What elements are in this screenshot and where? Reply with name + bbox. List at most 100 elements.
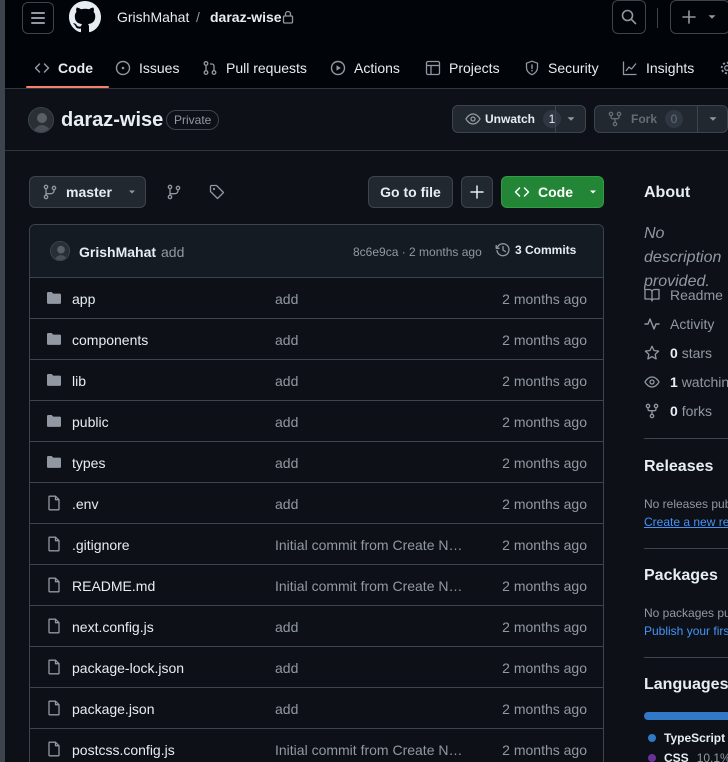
file-row[interactable]: components add 2 months ago (30, 319, 603, 360)
tab-insights[interactable]: Insights (622, 46, 694, 89)
file-row[interactable]: next.config.js add 2 months ago (30, 606, 603, 647)
file-row[interactable]: public add 2 months ago (30, 401, 603, 442)
branch-selector[interactable]: master (29, 176, 146, 208)
create-release-link[interactable]: Create a new release (644, 515, 728, 529)
create-new-button[interactable] (670, 0, 728, 34)
file-commit-message[interactable]: add (275, 291, 465, 307)
file-name[interactable]: components (72, 332, 148, 348)
releases-heading[interactable]: Releases (644, 458, 713, 476)
file-row[interactable]: types add 2 months ago (30, 442, 603, 483)
file-name[interactable]: package-lock.json (72, 660, 184, 676)
menu-button[interactable] (22, 2, 54, 34)
file-commit-message[interactable]: add (275, 373, 465, 389)
file-name[interactable]: public (72, 414, 109, 430)
file-row[interactable]: README.md Initial commit from Create Next… (30, 565, 603, 606)
file-name[interactable]: package.json (72, 701, 155, 717)
file-row[interactable]: package-lock.json add 2 months ago (30, 647, 603, 688)
add-file-button[interactable] (461, 176, 493, 208)
breadcrumb-owner[interactable]: GrishMahat (117, 9, 189, 25)
tab-code[interactable]: Code (34, 46, 93, 89)
file-commit-message[interactable]: add (275, 660, 465, 676)
code-button[interactable]: Code (501, 176, 604, 208)
language-color-dot (648, 734, 656, 742)
tab-pull-requests[interactable]: Pull requests (202, 46, 307, 89)
branches-button[interactable] (158, 176, 190, 208)
file-commit-message[interactable]: add (275, 332, 465, 348)
split-divider (555, 106, 556, 132)
file-row[interactable]: app add 2 months ago (30, 278, 603, 319)
watch-button[interactable]: Unwatch 1 (452, 105, 586, 133)
file-name[interactable]: lib (72, 373, 86, 389)
fork-icon (608, 111, 622, 127)
file-name[interactable]: README.md (72, 578, 155, 594)
commit-author-avatar[interactable] (50, 241, 70, 261)
watching-label: watching (681, 374, 728, 390)
latest-commit-bar: GrishMahat add 8c6e9ca · 2 months ago 3 … (30, 225, 603, 278)
file-commit-date: 2 months ago (502, 701, 587, 717)
file-name[interactable]: next.config.js (72, 619, 154, 635)
file-row[interactable]: postcss.config.js Initial commit from Cre… (30, 729, 603, 762)
graph-icon (622, 61, 637, 75)
file-commit-message[interactable]: Initial commit from Create Next App (275, 742, 465, 758)
fork-button[interactable]: Fork 0 (594, 105, 728, 133)
file-commit-message[interactable]: add (275, 619, 465, 635)
tab-projects[interactable]: Projects (425, 46, 500, 89)
tab-issues[interactable]: Issues (115, 46, 179, 89)
file-row[interactable]: .env add 2 months ago (30, 483, 603, 524)
file-commit-message[interactable]: Initial commit from Create Next App (275, 578, 465, 594)
search-icon (621, 9, 637, 25)
github-logo-icon[interactable] (69, 1, 101, 33)
file-name[interactable]: .gitignore (72, 537, 130, 553)
file-row[interactable]: package.json add 2 months ago (30, 688, 603, 729)
activity-label: Activity (670, 316, 715, 332)
file-icon (48, 618, 60, 634)
file-commit-message[interactable]: add (275, 496, 465, 512)
language-name: TypeScript (664, 731, 726, 745)
tab-security[interactable]: Security (524, 46, 599, 89)
readme-link[interactable]: Readme (644, 287, 723, 303)
table-icon (425, 60, 441, 75)
folder-icon (47, 374, 61, 386)
file-icon (48, 700, 60, 716)
file-name[interactable]: postcss.config.js (72, 742, 175, 758)
forks-link[interactable]: 0 forks (644, 403, 712, 419)
file-commit-message[interactable]: add (275, 414, 465, 430)
go-to-file-button[interactable]: Go to file (368, 176, 453, 208)
commit-author[interactable]: GrishMahat (79, 244, 156, 260)
file-commit-message[interactable]: Initial commit from Create Next App (275, 537, 465, 553)
file-commit-message[interactable]: add (275, 701, 465, 717)
tab-actions[interactable]: Actions (330, 46, 400, 89)
activity-link[interactable]: Activity (644, 316, 714, 332)
search-button[interactable] (612, 0, 646, 34)
file-commit-date: 2 months ago (502, 742, 587, 758)
packages-heading[interactable]: Packages (644, 567, 718, 585)
language-item[interactable]: CSS 10.1% (648, 751, 728, 762)
file-commit-message[interactable]: add (275, 455, 465, 471)
avatar-image (51, 242, 69, 260)
stars-link[interactable]: 0 stars (644, 345, 712, 361)
tab-settings[interactable] (719, 46, 728, 89)
pull-request-icon (203, 60, 217, 75)
publish-package-link[interactable]: Publish your first package (644, 624, 728, 638)
header-separator (5, 150, 728, 151)
commit-meta[interactable]: 8c6e9ca · 2 months ago (353, 245, 482, 259)
watching-link[interactable]: 1 watching (644, 374, 728, 390)
watch-label: Unwatch (485, 112, 536, 126)
file-row[interactable]: .gitignore Initial commit from Create Nex… (30, 524, 603, 565)
language-name: CSS (664, 751, 689, 762)
file-name[interactable]: .env (72, 496, 98, 512)
tab-label: Actions (354, 59, 400, 76)
tags-button[interactable] (201, 176, 233, 208)
file-commit-date: 2 months ago (502, 496, 587, 512)
file-name[interactable]: app (72, 291, 95, 307)
commits-link[interactable]: 3 Commits (495, 242, 576, 258)
file-row[interactable]: lib add 2 months ago (30, 360, 603, 401)
repo-name[interactable]: daraz-wise (61, 109, 163, 132)
branch-name: master (66, 184, 112, 200)
file-name[interactable]: types (72, 455, 105, 471)
language-item[interactable]: TypeScript (648, 731, 725, 745)
commit-message[interactable]: add (161, 244, 184, 260)
owner-avatar[interactable] (28, 107, 54, 133)
stars-count: 0 (670, 345, 678, 361)
breadcrumb-repo[interactable]: daraz-wise (210, 9, 282, 25)
